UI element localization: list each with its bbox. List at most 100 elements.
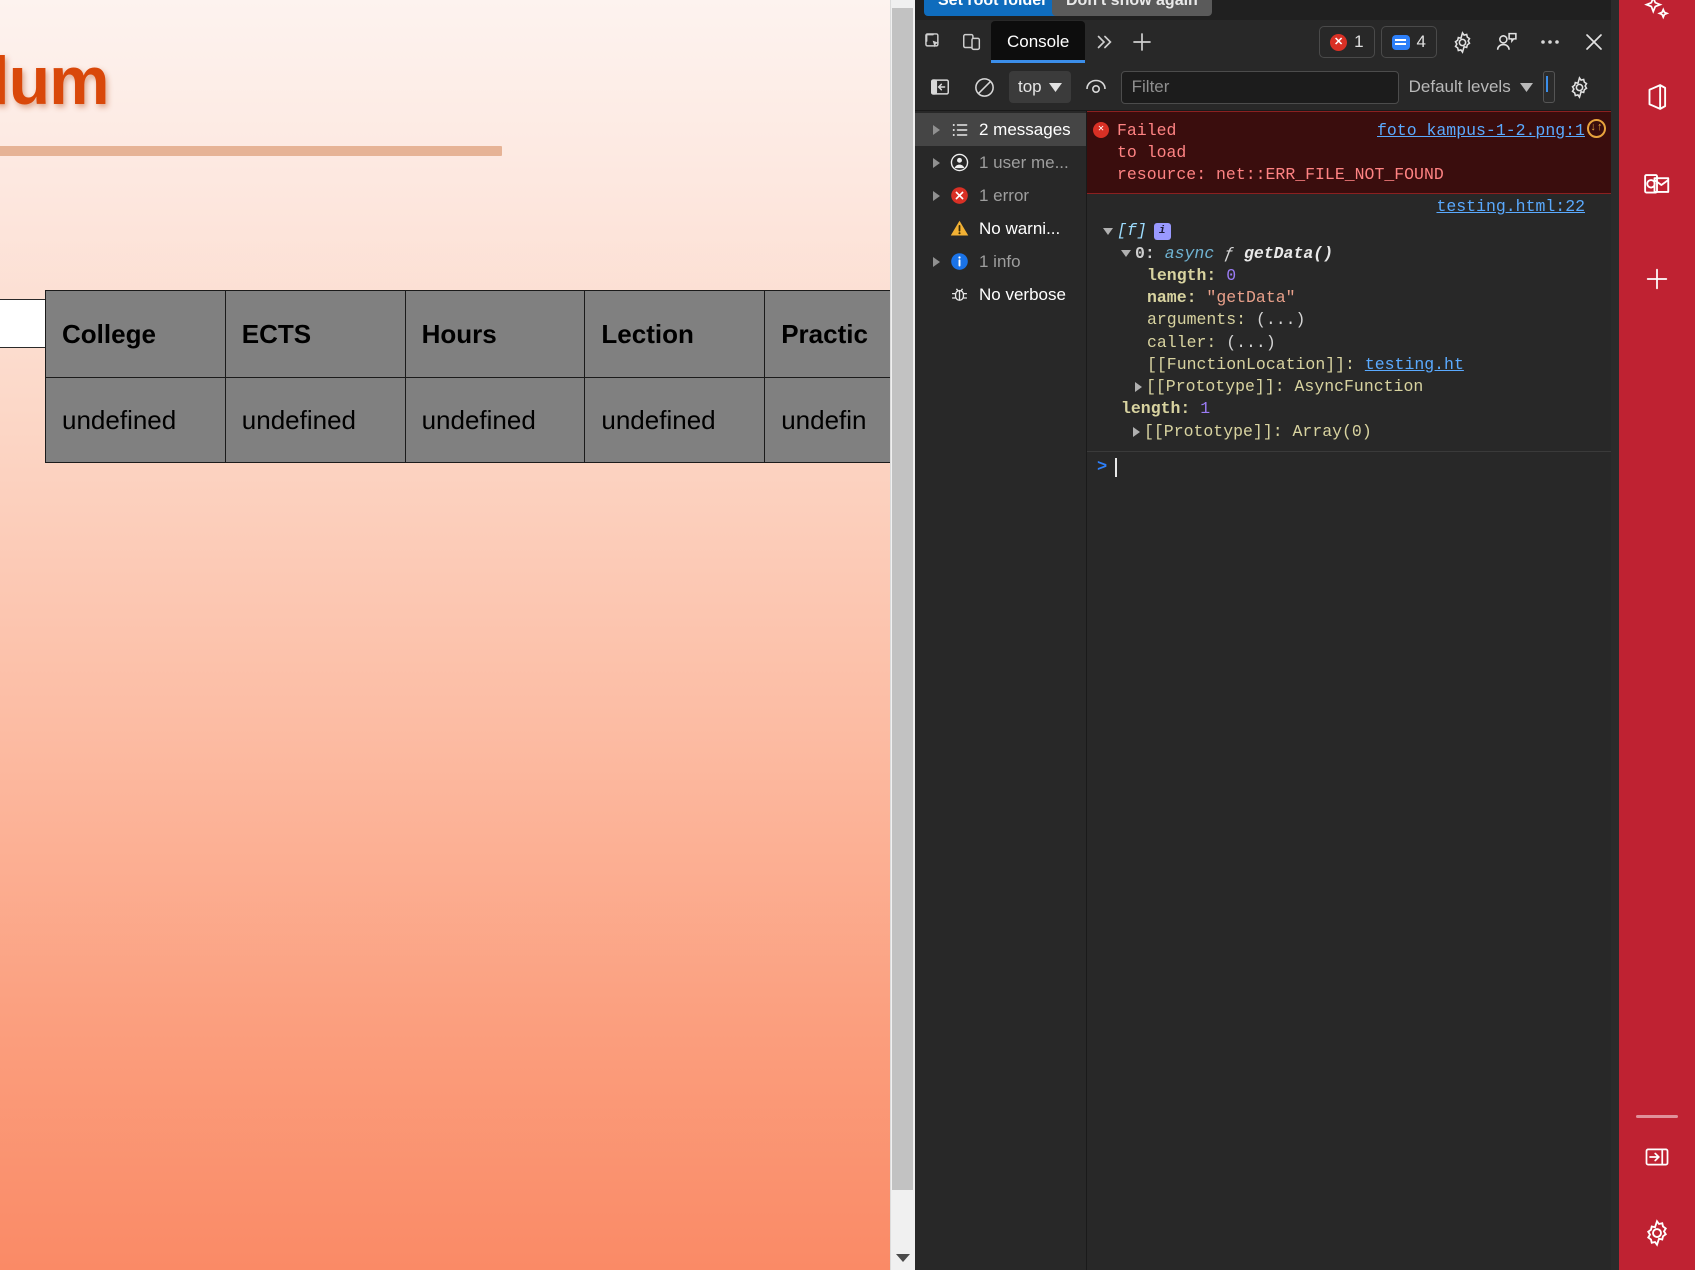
console-prompt[interactable]: > xyxy=(1087,450,1619,483)
table-cell-ects: undefined xyxy=(224,377,406,463)
sidebar-item-info-label: 1 info xyxy=(979,251,1021,271)
edge-sidebar xyxy=(1619,0,1695,1270)
scroll-down-arrow-icon[interactable] xyxy=(890,1245,915,1270)
tab-console[interactable]: Console xyxy=(991,21,1086,63)
live-expression-icon[interactable] xyxy=(1077,70,1115,104)
close-icon[interactable] xyxy=(1575,25,1613,59)
error-count-badge[interactable]: ✕ 1 xyxy=(1319,26,1375,58)
copilot-sparkle-icon[interactable] xyxy=(1634,0,1680,32)
gear-icon[interactable] xyxy=(1443,25,1481,59)
object-prop-caller[interactable]: caller: (...) xyxy=(1087,332,1619,354)
entry-function-symbol: ƒ xyxy=(1224,243,1235,263)
console-sidebar: 2 messages 1 user me... 1 error No warni… xyxy=(915,111,1087,1270)
message-count-badge[interactable]: 4 xyxy=(1380,26,1437,58)
clear-console-icon[interactable] xyxy=(965,70,1003,104)
table-header-college: College xyxy=(45,290,226,378)
sidebar-item-errors-label: 1 error xyxy=(979,185,1030,205)
message-icon xyxy=(1391,34,1410,50)
page-scrollbar-thumb[interactable] xyxy=(892,8,913,1190)
sidebar-item-warnings[interactable]: No warni... xyxy=(915,212,1086,245)
expand-triangle-placeholder xyxy=(933,224,940,234)
error-text-line3: resource: net::ERR_FILE_NOT_FOUND xyxy=(1117,164,1444,184)
object-root-row[interactable]: [f] i xyxy=(1087,220,1619,242)
dont-show-again-button[interactable]: Don't show again xyxy=(1052,0,1212,16)
table-cell-college: undefined xyxy=(45,377,226,463)
table-cell-hours: undefined xyxy=(404,377,586,463)
sidebar-item-verbose[interactable]: No verbose xyxy=(915,278,1086,311)
window-edge-strip xyxy=(1611,0,1619,1270)
sidebar-item-info[interactable]: 1 info xyxy=(915,245,1086,278)
tab-console-label: Console xyxy=(1007,32,1070,51)
set-root-folder-button[interactable]: Set root folder xyxy=(924,0,1062,16)
object-prop-arguments[interactable]: arguments: (...) xyxy=(1087,309,1619,331)
expand-triangle-icon[interactable] xyxy=(933,256,940,267)
chevron-down-icon xyxy=(1048,82,1062,92)
prop-value[interactable]: (...) xyxy=(1256,309,1306,331)
source-location-link[interactable]: testing.html:22 xyxy=(1436,196,1585,218)
prop-value[interactable]: (...) xyxy=(1226,332,1276,354)
expand-triangle-icon[interactable] xyxy=(1135,382,1142,393)
plus-icon[interactable] xyxy=(1123,25,1161,59)
bug-icon xyxy=(949,284,970,305)
entry-function-name: getData() xyxy=(1243,243,1334,263)
console-error-message[interactable]: ✕ foto_kampus-1-2.png:1 ↓↑ Failed to loa… xyxy=(1087,111,1619,195)
prop-key: name: xyxy=(1147,288,1197,308)
collapse-panel-icon[interactable] xyxy=(1634,1134,1680,1180)
console-settings-gear-icon[interactable] xyxy=(1561,70,1599,104)
collapse-triangle-icon[interactable] xyxy=(1103,227,1113,235)
table-header-lection: Lection xyxy=(584,290,766,378)
resource-link[interactable]: foto_kampus-1-2.png:1 xyxy=(1377,120,1585,142)
inspect-element-icon[interactable] xyxy=(915,25,953,59)
chevron-down-icon xyxy=(1519,82,1533,92)
show-console-sidebar-icon[interactable] xyxy=(921,70,959,104)
expand-triangle-icon[interactable] xyxy=(933,124,940,135)
object-outer-length-row: length: 1 xyxy=(1087,398,1619,420)
issues-icon[interactable] xyxy=(1487,25,1525,59)
function-location-link[interactable]: testing.ht xyxy=(1365,354,1464,376)
collapse-triangle-icon[interactable] xyxy=(1121,250,1131,258)
title-underline xyxy=(0,146,502,156)
object-entry-row[interactable]: 0: async ƒ getData() xyxy=(1087,243,1619,265)
list-icon xyxy=(949,119,970,140)
web-page-content: riculum College ECTS Hours Lection Pract… xyxy=(0,0,963,1270)
outlook-icon[interactable] xyxy=(1634,162,1680,208)
javascript-context-selector[interactable]: top xyxy=(1009,71,1071,103)
info-badge-icon[interactable]: i xyxy=(1153,222,1171,240)
page-title: riculum xyxy=(0,43,110,119)
prop-value: "getData" xyxy=(1206,288,1296,308)
log-levels-selector[interactable]: Default levels xyxy=(1405,71,1537,103)
prop-key: [[FunctionLocation]]: xyxy=(1147,354,1355,374)
plus-icon[interactable] xyxy=(1634,256,1680,302)
object-prototype-outer-row[interactable]: [[Prototype]]: Array(0) xyxy=(1087,421,1619,443)
sidebar-item-user-messages[interactable]: 1 user me... xyxy=(915,146,1086,179)
clipped-toggle-button[interactable] xyxy=(1542,71,1555,103)
object-prototype-inner-row[interactable]: [[Prototype]]: AsyncFunction xyxy=(1087,376,1619,398)
warning-icon xyxy=(949,218,970,239)
gear-icon[interactable] xyxy=(1634,1210,1680,1256)
expand-triangle-icon[interactable] xyxy=(933,157,940,168)
expand-triangle-icon[interactable] xyxy=(933,190,940,201)
ellipsis-icon[interactable] xyxy=(1531,25,1569,59)
sidebar-item-warnings-label: No warni... xyxy=(979,218,1061,238)
sidebar-item-messages[interactable]: 2 messages xyxy=(915,113,1086,146)
error-icon: ✕ xyxy=(1093,122,1109,138)
sidebar-item-errors[interactable]: 1 error xyxy=(915,179,1086,212)
device-toolbar-icon[interactable] xyxy=(953,25,991,59)
network-request-blocked-icon[interactable]: ↓↑ xyxy=(1587,119,1606,138)
prop-value: 1 xyxy=(1200,399,1211,419)
object-prop-function-location[interactable]: [[FunctionLocation]]: testing.ht xyxy=(1087,354,1619,376)
chevron-double-right-icon[interactable] xyxy=(1085,25,1123,59)
filter-input[interactable] xyxy=(1120,70,1399,104)
sidebar-divider xyxy=(1636,1115,1678,1118)
prop-key: caller: xyxy=(1147,332,1217,352)
context-label: top xyxy=(1018,77,1042,96)
prototype-inner-label: [[Prototype]]: AsyncFunction xyxy=(1146,377,1424,397)
devtools-tabbar: Console ✕ 1 4 xyxy=(915,20,1619,65)
text-caret xyxy=(1115,457,1118,477)
devtools-status-badges: ✕ 1 4 xyxy=(1319,25,1619,59)
expand-triangle-icon[interactable] xyxy=(1133,426,1140,437)
office-icon[interactable] xyxy=(1634,74,1680,120)
user-icon xyxy=(949,152,970,173)
table-header-row: College ECTS Hours Lection Practic xyxy=(45,290,945,378)
curriculum-table: College ECTS Hours Lection Practic undef… xyxy=(45,290,945,463)
